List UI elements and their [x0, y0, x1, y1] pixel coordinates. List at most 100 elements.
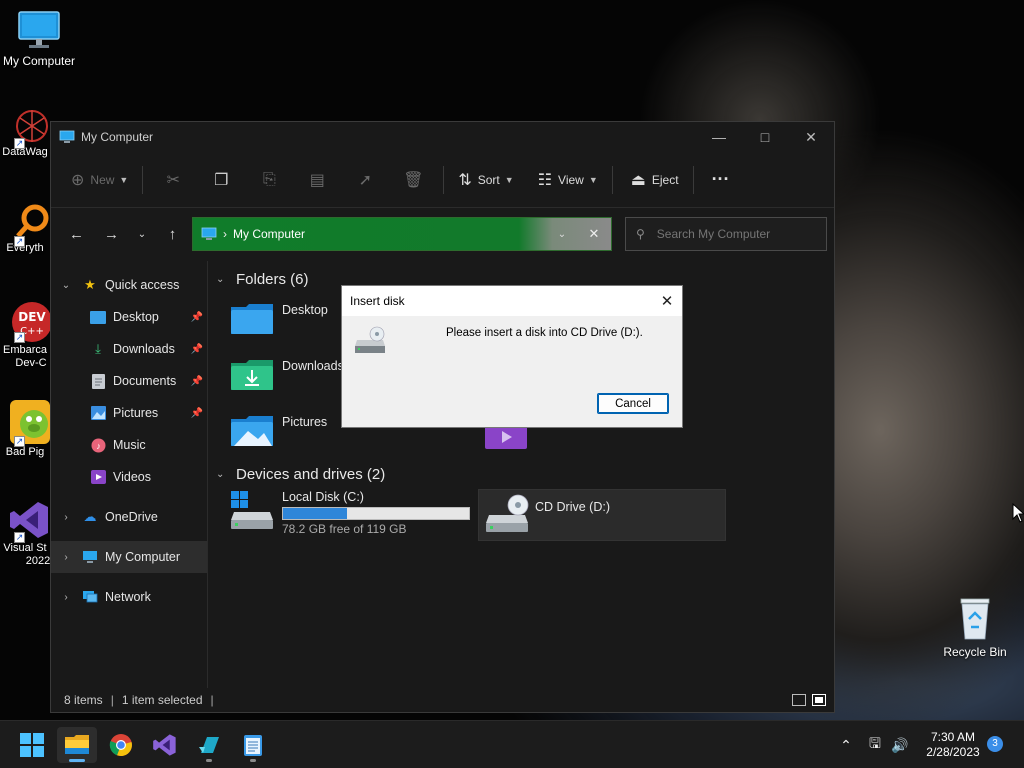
new-label: New: [90, 172, 115, 187]
search-box[interactable]: ⚲: [625, 217, 827, 251]
folder-desktop[interactable]: Desktop: [230, 301, 328, 337]
network-icon[interactable]: 🖫: [862, 733, 888, 757]
pin-icon[interactable]: 📌: [191, 312, 203, 323]
close-button[interactable]: ✕: [788, 122, 834, 152]
sidebar-item-onedrive[interactable]: › ☁ OneDrive: [51, 501, 207, 533]
minimize-button[interactable]: —: [696, 122, 742, 152]
clock[interactable]: 7:30 AM 2/28/2023: [918, 730, 988, 760]
drive-name: CD Drive (D:): [535, 500, 610, 514]
taskbar-notepad[interactable]: [233, 727, 273, 763]
delete-button[interactable]: 🗑: [389, 164, 437, 196]
cut-button[interactable]: ✂: [149, 164, 197, 196]
drive-cd-d[interactable]: CD Drive (D:): [478, 489, 726, 541]
folder-downloads[interactable]: Downloads: [230, 357, 344, 393]
share-button[interactable]: ➚: [341, 164, 389, 196]
clear-address-button[interactable]: ✕: [577, 218, 611, 250]
sidebar-item-label: Pictures: [113, 406, 159, 420]
details-view-button[interactable]: [792, 694, 806, 706]
view-button[interactable]: ☷ View ▼: [530, 164, 606, 196]
pictures-icon: [89, 405, 107, 421]
dialog-close-button[interactable]: ✕: [652, 292, 682, 310]
downloads-folder-icon: [231, 360, 273, 390]
chevron-down-icon: ▼: [119, 174, 129, 185]
drives-group-header[interactable]: ⌄ Devices and drives (2): [216, 460, 385, 488]
pin-icon[interactable]: 📌: [191, 376, 203, 387]
folder-pictures[interactable]: Pictures: [230, 413, 327, 449]
eject-button[interactable]: ⏏ Eject: [623, 164, 687, 196]
videos-icon: [89, 469, 107, 485]
monitor-icon: [201, 227, 217, 240]
star-icon: ★: [84, 277, 96, 292]
group-title: Devices and drives (2): [236, 465, 386, 483]
sidebar-item-downloads[interactable]: ⤓ Downloads 📌: [51, 333, 207, 365]
maximize-button[interactable]: □: [742, 122, 788, 152]
running-indicator: [69, 759, 85, 762]
desktop-icon-my-computer[interactable]: My Computer: [0, 10, 81, 68]
sidebar-item-label: Music: [113, 438, 146, 452]
start-button[interactable]: [12, 727, 52, 763]
address-bar[interactable]: › My Computer ⌄ ✕: [192, 217, 612, 251]
sort-arrows-icon: ⇅: [458, 171, 472, 189]
paste-button[interactable]: ⎘: [245, 164, 293, 196]
drive-local-c[interactable]: Local Disk (C:) 78.2 GB free of 119 GB: [230, 490, 472, 542]
shortcut-arrow-icon: ↗: [14, 138, 25, 149]
folder-name: Desktop: [282, 303, 328, 317]
taskbar-chrome[interactable]: [101, 727, 141, 763]
item-count: 8 items: [64, 693, 103, 707]
sidebar-item-documents[interactable]: Documents 📌: [51, 365, 207, 397]
trash-icon: 🗑: [403, 171, 424, 189]
more-options-button[interactable]: ···: [700, 164, 742, 196]
notification-badge[interactable]: 3: [987, 736, 1003, 752]
copy-button[interactable]: ❐: [197, 164, 245, 196]
chrome-icon: [109, 734, 132, 757]
cancel-button[interactable]: Cancel: [597, 393, 669, 414]
sidebar-item-music[interactable]: ♪ Music: [51, 429, 207, 461]
pin-icon[interactable]: 📌: [191, 344, 203, 355]
plus-circle-icon: ⊕: [71, 171, 85, 189]
show-hidden-icons-button[interactable]: ⌃: [836, 737, 856, 754]
address-dropdown-button[interactable]: ⌄: [547, 229, 577, 240]
cd-drive-icon: [355, 326, 385, 353]
sidebar-item-network[interactable]: › Network: [51, 581, 207, 613]
search-input[interactable]: [656, 227, 807, 241]
sidebar-item-desktop[interactable]: Desktop 📌: [51, 301, 207, 333]
sidebar-item-videos[interactable]: Videos: [51, 461, 207, 493]
sidebar-item-label: Desktop: [113, 310, 159, 324]
status-divider: |: [210, 693, 214, 707]
back-button[interactable]: ←: [59, 219, 94, 249]
running-indicator: [250, 759, 256, 762]
dialog-title-bar[interactable]: Insert disk ✕: [342, 286, 682, 316]
rename-button[interactable]: ▤: [293, 164, 341, 196]
svg-text:♪: ♪: [96, 441, 101, 451]
chevron-down-icon: ⌄: [216, 273, 225, 285]
chevron-down-icon: ▼: [504, 174, 514, 185]
share-icon: ➚: [358, 171, 373, 189]
windows-logo-icon: [20, 733, 44, 757]
pin-icon[interactable]: 📌: [191, 408, 203, 419]
sidebar-item-quick-access[interactable]: ⌄ ★ Quick access: [51, 269, 207, 301]
folders-group-header[interactable]: ⌄ Folders (6): [216, 265, 309, 293]
sort-button[interactable]: ⇅ Sort ▼: [450, 164, 521, 196]
forward-button[interactable]: →: [94, 219, 129, 249]
title-bar[interactable]: My Computer — □ ✕: [51, 122, 834, 152]
taskbar-file-explorer[interactable]: [57, 727, 97, 763]
volume-icon[interactable]: 🔊: [888, 737, 912, 754]
toolbar-divider: [611, 165, 613, 194]
large-icons-view-button[interactable]: [812, 694, 826, 706]
shortcut-arrow-icon: ↗: [14, 532, 25, 543]
selection-count: 1 item selected: [121, 693, 203, 707]
dialog-title: Insert disk: [350, 294, 405, 308]
taskbar-app-teal[interactable]: [189, 727, 229, 763]
recent-locations-button[interactable]: ⌄: [129, 219, 155, 249]
windows-drive-icon: [231, 491, 273, 529]
new-button[interactable]: ⊕ New ▼: [63, 164, 136, 196]
toolbar-divider: [443, 165, 445, 194]
up-button[interactable]: ↑: [155, 219, 190, 249]
sidebar-item-my-computer[interactable]: › My Computer: [51, 541, 207, 573]
desktop-icon-recycle-bin[interactable]: Recycle Bin: [933, 597, 1017, 659]
command-bar: ⊕ New ▼ ✂ ❐ ⎘ ▤ ➚ 🗑 ⇅ Sort ▼ ☷ View ▼ ⏏ …: [51, 152, 834, 208]
breadcrumb-my-computer[interactable]: My Computer: [233, 227, 305, 241]
videos-folder-icon: [485, 425, 527, 449]
sidebar-item-pictures[interactable]: Pictures 📌: [51, 397, 207, 429]
taskbar-visual-studio[interactable]: [145, 727, 185, 763]
